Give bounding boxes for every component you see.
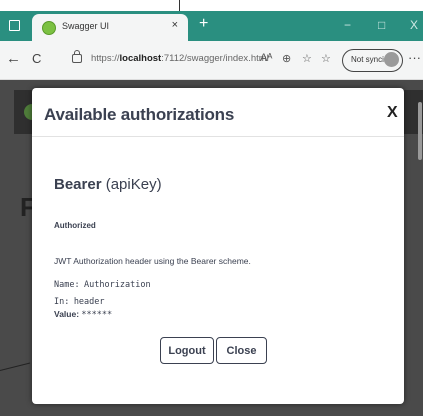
window-menu-icon[interactable] <box>9 20 20 31</box>
modal-title: Available authorizations <box>44 105 235 124</box>
add-favorite-icon[interactable]: ☆ <box>302 52 312 65</box>
scheme-name: Bearer <box>54 176 102 193</box>
value-label: Value: <box>54 309 80 319</box>
name-label: Name: <box>54 280 80 290</box>
minimize-icon[interactable]: − <box>344 18 351 32</box>
in-value: header <box>73 297 105 307</box>
url-scheme: https:// <box>91 53 120 64</box>
lock-icon[interactable] <box>72 50 82 63</box>
url-host: localhost <box>119 53 162 64</box>
tab-title: Swagger UI <box>62 21 110 31</box>
name-value: Authorization <box>84 280 151 290</box>
swagger-favicon-icon <box>42 21 56 35</box>
zoom-icon[interactable]: ⊕ <box>282 52 291 65</box>
favorites-icon[interactable]: ☆ <box>321 52 331 65</box>
value-row: Value: ****** <box>54 309 112 320</box>
browser-title-bar: Swagger UI × + − □ X <box>0 11 423 41</box>
scrollbar-thumb[interactable] <box>418 102 422 160</box>
reload-icon[interactable]: C <box>32 51 41 67</box>
window-close-icon[interactable]: X <box>410 18 418 32</box>
maximize-icon[interactable]: □ <box>378 18 385 32</box>
avatar <box>384 52 399 67</box>
address-bar[interactable]: https://localhost:7112/swagger/index.htm… <box>91 53 269 64</box>
more-icon[interactable]: ··· <box>408 50 421 65</box>
authorized-status: Authorized <box>54 221 96 230</box>
authorization-modal: Available authorizations X Bearer (apiKe… <box>32 88 404 404</box>
value-masked: ****** <box>81 310 113 320</box>
read-aloud-icon[interactable]: Aᴬ <box>260 52 272 64</box>
name-row: Name: Authorization <box>54 274 151 292</box>
url-path: :7112/swagger/index.html <box>161 53 269 64</box>
tab-close-icon[interactable]: × <box>172 19 178 31</box>
auth-scheme-title: Bearer (apiKey) <box>54 176 162 193</box>
logout-button[interactable]: Logout <box>160 337 214 364</box>
scheme-type: (apiKey) <box>105 176 162 193</box>
close-button[interactable]: Close <box>216 337 267 364</box>
browser-toolbar: ← C https://localhost:7112/swagger/index… <box>0 41 423 80</box>
annotation-leader-top <box>179 0 180 11</box>
in-label: In: <box>54 297 70 307</box>
back-icon[interactable]: ← <box>6 51 21 67</box>
scheme-description: JWT Authorization header using the Beare… <box>54 256 251 266</box>
modal-close-icon[interactable]: X <box>387 104 398 122</box>
browser-tab[interactable]: Swagger UI × <box>32 14 188 41</box>
modal-divider <box>32 136 404 137</box>
in-row: In: header <box>54 291 105 309</box>
new-tab-icon[interactable]: + <box>199 16 208 32</box>
profile-sync-button[interactable]: Not syncing <box>342 49 403 72</box>
